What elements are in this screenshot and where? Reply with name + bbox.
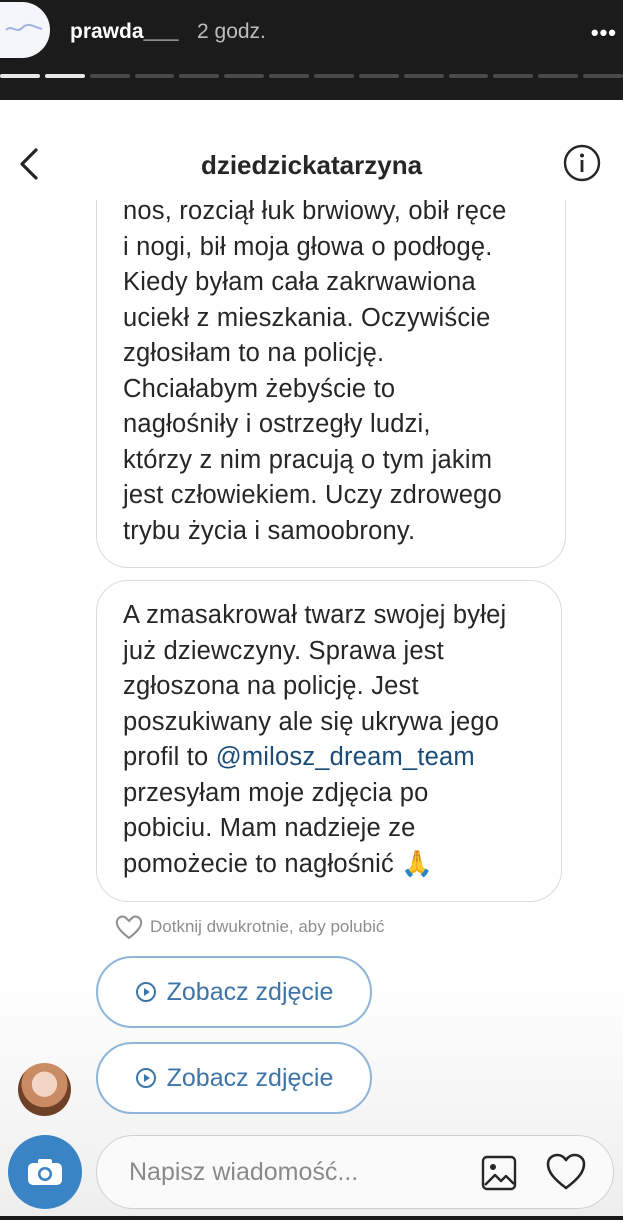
message-line: którzy z nim pracują o tym jakim [123, 445, 493, 474]
message-line: nagłośniły i ostrzegły ludzi, [123, 410, 431, 438]
message-bubble[interactable]: nos, rozciął łuk brwiowy, obił ręce i nog… [96, 160, 566, 568]
sender-avatar[interactable] [18, 1063, 71, 1116]
message-line: Chciałabym żebyście to [123, 374, 396, 403]
dm-screenshot: dziedzickatarzyna nos, rozciął łuk brwio… [0, 100, 623, 1216]
gallery-icon[interactable] [481, 1155, 517, 1191]
view-photo-label: Zobacz zdjęcie [166, 977, 334, 1006]
heart-icon[interactable] [545, 1152, 587, 1192]
message-text: profil to [123, 743, 209, 771]
message-line: jest człowiekiem. Uczy zdrowego [123, 481, 502, 509]
story-progress-segment [538, 74, 579, 78]
camera-button[interactable] [8, 1135, 82, 1209]
story-progress-segment [583, 74, 623, 78]
story-progress-segment [44, 74, 85, 78]
view-photo-button[interactable]: Zobacz zdjęcie [96, 956, 372, 1028]
play-icon [135, 1068, 156, 1088]
view-photo-button[interactable]: Zobacz zdjęcie [96, 1042, 372, 1114]
message-line: uciekł z mieszkania. Oczywiście [123, 303, 491, 332]
like-hint: Dotknij dwukrotnie, aby polubić [114, 912, 384, 942]
message-line: poszukiwany ale się ukrywa jego [123, 707, 500, 736]
message-line: przesyłam moje zdjęcia po [123, 778, 429, 807]
story-progress-segment [89, 74, 130, 78]
story-progress-segment [358, 74, 399, 78]
camera-icon [28, 1159, 62, 1185]
story-progress-segment [493, 74, 534, 78]
info-icon[interactable] [563, 144, 601, 182]
dm-header: dziedzickatarzyna [0, 100, 623, 200]
more-icon[interactable]: ••• [591, 20, 617, 46]
message-composer: Napisz wiadomość... [8, 1135, 614, 1209]
story-avatar[interactable] [0, 2, 50, 58]
message-bubble[interactable]: A zmasakrował twarz swojej byłej już dzi… [96, 580, 562, 902]
message-line: A zmasakrował twarz swojej byłej [123, 601, 507, 629]
message-line: zgłosiłam to na policję. [123, 339, 385, 367]
story-progress-segment [224, 74, 265, 78]
profile-mention-link[interactable]: @milosz_dream_team [216, 743, 475, 771]
message-line: i nogi, bił moja głowa o podłogę. [123, 232, 493, 261]
story-progress-segment [134, 74, 175, 78]
message-line: Kiedy byłam cała zakrwawiona [123, 268, 476, 296]
play-icon [135, 982, 156, 1002]
story-progress-segment [0, 74, 40, 78]
message-input[interactable]: Napisz wiadomość... [96, 1135, 614, 1209]
message-line: zgłoszona na policję. Jest [123, 672, 419, 700]
story-progress-segment [269, 74, 310, 78]
like-hint-text: Dotknij dwukrotnie, aby polubić [150, 917, 385, 936]
view-photo-label: Zobacz zdjęcie [166, 1063, 334, 1092]
story-progress-segment [314, 74, 354, 78]
story-progress-bar [0, 74, 623, 79]
message-line: pobiciu. Mam nadzieje ze [123, 814, 416, 842]
story-progress-segment [179, 74, 220, 78]
story-username[interactable]: prawda___ [70, 20, 179, 44]
heart-icon[interactable] [114, 912, 144, 942]
message-line: profil to @milosz_dream_team [123, 740, 535, 776]
story-bottom-edge [0, 1216, 623, 1220]
conversation-title: dziedzickatarzyna [200, 150, 423, 180]
story-progress-segment [448, 74, 489, 78]
message-line: już dziewczyny. Sprawa jest [123, 636, 444, 665]
story-time: 2 godz. [197, 20, 266, 43]
message-line: pomożecie to nagłośnić 🙏 [123, 849, 434, 878]
story-header: prawda___ 2 godz. ••• [0, 0, 623, 100]
message-line: trybu życia i samoobrony. [123, 516, 416, 545]
message-input-placeholder: Napisz wiadomość... [129, 1158, 359, 1186]
story-progress-segment [403, 74, 444, 78]
